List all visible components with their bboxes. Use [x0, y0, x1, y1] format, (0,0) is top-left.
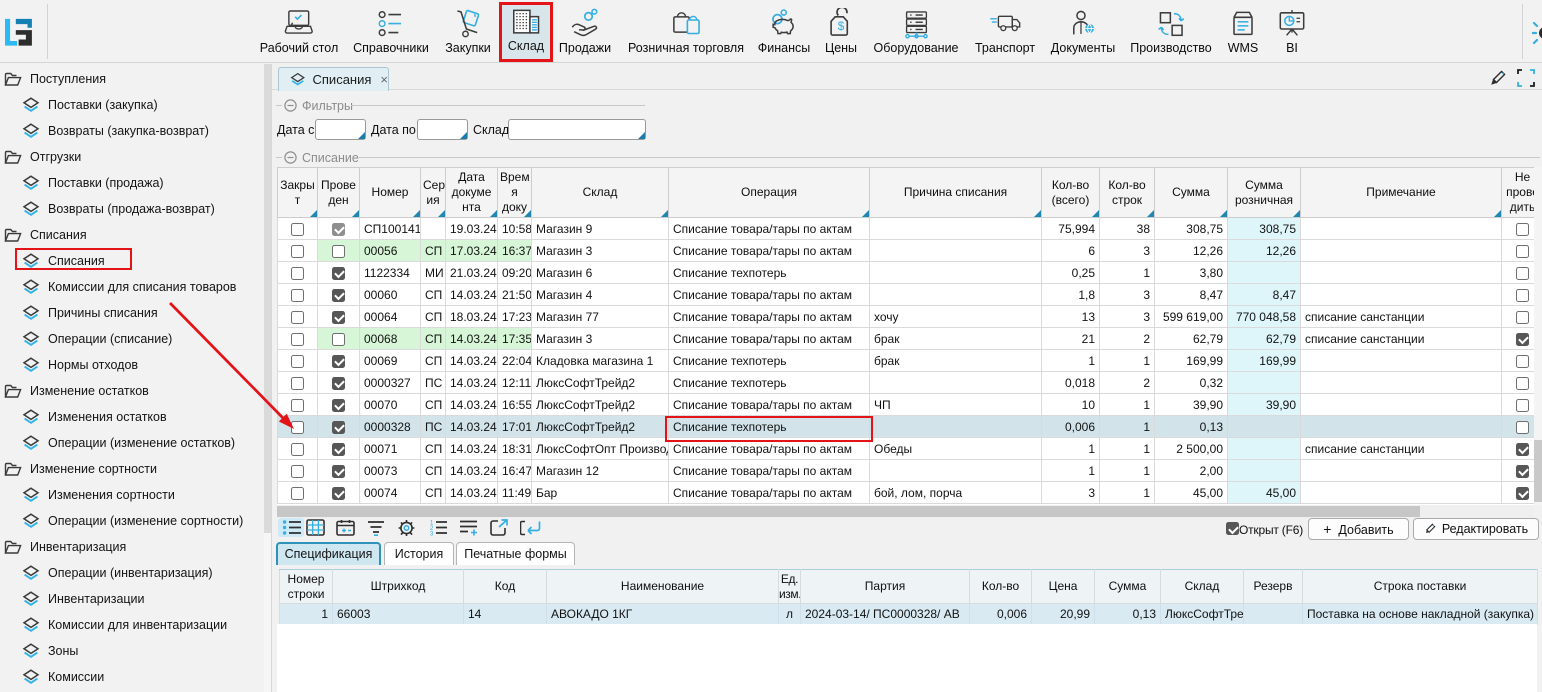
- svg-text:$: $: [838, 20, 845, 33]
- svg-text:3: 3: [430, 532, 434, 537]
